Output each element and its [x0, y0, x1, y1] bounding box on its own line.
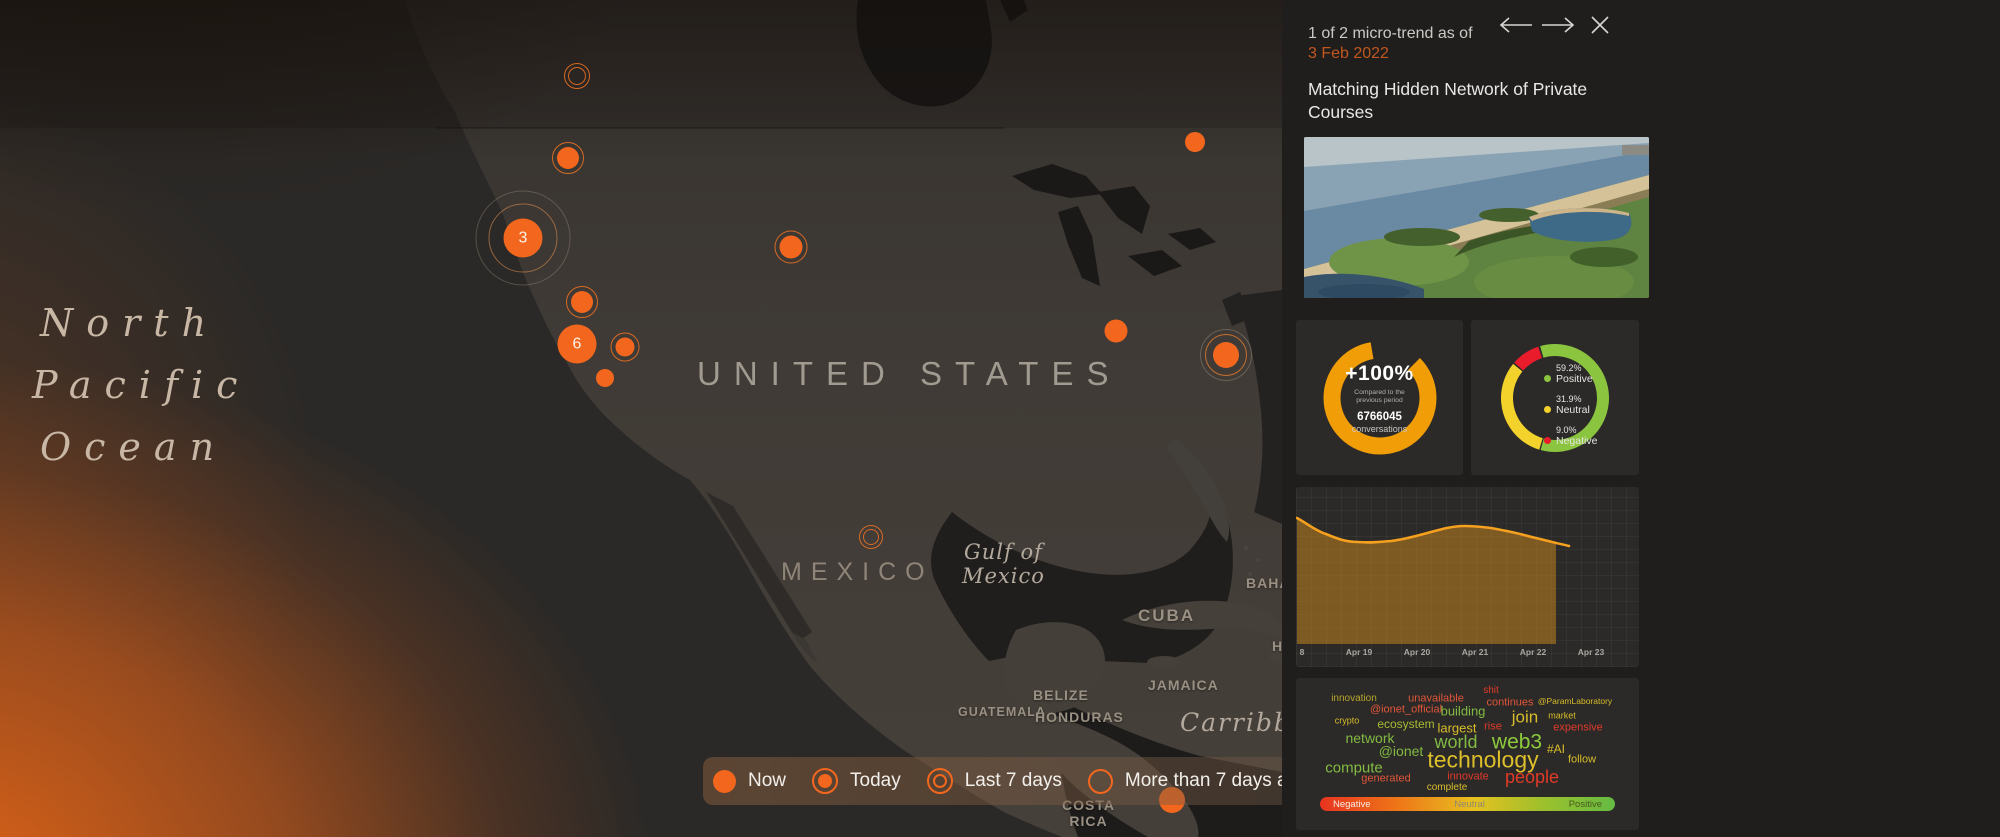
x-tick-label: Apr 20 [1404, 647, 1430, 657]
label-belize: BELIZE [1033, 687, 1089, 703]
word-cloud-term: market [1548, 712, 1576, 721]
conversation-count-label: conversations [1352, 424, 1408, 434]
sentiment-legend-positive: 59.2% Positive [1544, 363, 1597, 385]
label-north-pacific-ocean: North Pacific Ocean [40, 292, 250, 478]
map-marker-today[interactable] [557, 147, 579, 169]
bar-neutral-label: Neutral [1454, 799, 1485, 810]
sentiment-legend: 59.2% Positive 31.9% Neutral 9.0% Negati… [1544, 363, 1597, 456]
label-cuba: CUBA [1138, 608, 1195, 624]
sentiment-gradient-bar: Negative Neutral Positive [1320, 797, 1615, 811]
legend-item-more-than-7-days: More than 7 days ago [1088, 769, 1282, 794]
sentiment-donut-chart: 59.2% Positive 31.9% Neutral 9.0% Negati… [1488, 331, 1622, 465]
label-guatemala: GUATEMALA [958, 704, 1046, 720]
volume-donut-center: +100% Compared to theprevious period 676… [1313, 331, 1447, 465]
map-marker-last7days[interactable] [564, 63, 590, 89]
map-marker-now[interactable] [1185, 132, 1205, 152]
pager-date: 3 Feb 2022 [1308, 44, 1651, 64]
word-cloud-term: complete [1427, 783, 1468, 793]
next-trend-button[interactable] [1538, 12, 1578, 38]
legend-item-now: Now [713, 770, 786, 793]
word-cloud-term: @ionet_official [1370, 705, 1442, 716]
label-united-states: UNITED STATES [697, 355, 1121, 393]
map-marker-cluster-3[interactable]: 3 [504, 219, 543, 258]
trend-chart-card: 8 Apr 19 Apr 20 Apr 21 Apr 22 Apr 23 [1296, 487, 1639, 667]
legend-item-last-7-days: Last 7 days [927, 768, 1062, 794]
volume-change-value: +100% [1345, 362, 1413, 386]
double-ring-icon [927, 768, 953, 794]
word-cloud-term: building [1441, 705, 1486, 718]
trend-title: Matching Hidden Network of Private Cours… [1308, 78, 1638, 124]
word-cloud-term: shit [1483, 686, 1499, 696]
word-cloud-term: ecosystem [1377, 718, 1434, 730]
map-marker-ringed[interactable] [1213, 342, 1239, 368]
arrow-right-icon [1538, 14, 1578, 36]
legend-item-today: Today [812, 768, 901, 794]
conversation-count: 6766045 [1357, 411, 1402, 423]
label-haiti: HAITI [1272, 638, 1282, 654]
prev-trend-button[interactable] [1496, 12, 1536, 38]
sentiment-donut-card: 59.2% Positive 31.9% Neutral 9.0% Negati… [1471, 320, 1639, 475]
word-cloud-term: join [1512, 709, 1538, 726]
close-panel-button[interactable] [1588, 12, 1618, 38]
word-cloud-term: #AI [1547, 743, 1565, 755]
negative-dot-icon [1544, 437, 1551, 444]
neutral-dot-icon [1544, 406, 1551, 413]
close-icon [1588, 13, 1612, 37]
x-tick-label: Apr 22 [1520, 647, 1546, 657]
x-tick-label: 8 [1300, 647, 1305, 657]
word-cloud-term: generated [1361, 774, 1411, 785]
map-marker-today[interactable] [571, 291, 593, 313]
trend-area-chart: 8 Apr 19 Apr 20 Apr 21 Apr 22 Apr 23 [1296, 487, 1639, 667]
volume-donut-chart: +100% Compared to theprevious period 676… [1313, 331, 1447, 465]
label-mexico: MEXICO [781, 558, 934, 587]
x-tick-label: Apr 19 [1346, 647, 1372, 657]
map-canvas[interactable]: North Pacific Ocean UNITED STATES MEXICO… [0, 0, 1282, 837]
word-cloud-term: innovate [1447, 772, 1489, 783]
map-time-legend: Now Today Last 7 days More than 7 days a… [703, 757, 1282, 805]
today-ring-dot-icon [812, 768, 838, 794]
volume-caption: Compared to theprevious period [1354, 389, 1405, 406]
x-tick-label: Apr 21 [1462, 647, 1488, 657]
micro-trend-panel: 1 of 2 micro-trend as of 3 Feb 2022 Matc… [1282, 0, 2000, 837]
word-cloud-term: expensive [1553, 723, 1603, 734]
word-cloud-term: crypto [1335, 717, 1360, 726]
map-marker-today[interactable] [616, 338, 635, 357]
app-window: North Pacific Ocean UNITED STATES MEXICO… [0, 0, 2000, 837]
positive-dot-icon [1544, 375, 1551, 382]
map-marker-today[interactable] [780, 236, 803, 259]
word-cloud-term: @ParamLaboratory [1538, 697, 1612, 706]
sentiment-legend-negative: 9.0% Negative [1544, 425, 1597, 447]
map-marker-cluster-6[interactable]: 6 [558, 325, 597, 364]
word-cloud-card: innovationunavailableshitcontinues@Param… [1296, 678, 1639, 830]
word-cloud-term: follow [1568, 755, 1596, 766]
word-cloud-term: @ionet [1379, 744, 1424, 758]
label-gulf-of-mexico: Gulf ofMexico [962, 540, 1045, 588]
volume-donut-card: +100% Compared to theprevious period 676… [1296, 320, 1463, 475]
map-marker-last7days[interactable] [859, 525, 883, 549]
bar-positive-label: Positive [1569, 799, 1602, 810]
label-caribbean-sea: Carribbean [1180, 708, 1282, 737]
map-marker-now[interactable] [596, 369, 614, 387]
map-marker-now[interactable] [1105, 320, 1128, 343]
arrow-left-icon [1496, 14, 1536, 36]
label-jamaica: JAMAICA [1148, 677, 1219, 693]
word-cloud-term: people [1505, 768, 1559, 786]
x-tick-label: Apr 23 [1578, 647, 1604, 657]
label-the-bahamas: THEBAHAMAS [1272, 558, 1282, 592]
trend-photo [1304, 137, 1649, 298]
sentiment-legend-neutral: 31.9% Neutral [1544, 394, 1597, 416]
now-dot-icon [713, 770, 736, 793]
word-cloud-term: innovation [1331, 694, 1377, 704]
label-honduras: HONDURAS [1035, 709, 1124, 725]
empty-ring-icon [1088, 769, 1113, 794]
bar-negative-label: Negative [1333, 799, 1371, 810]
